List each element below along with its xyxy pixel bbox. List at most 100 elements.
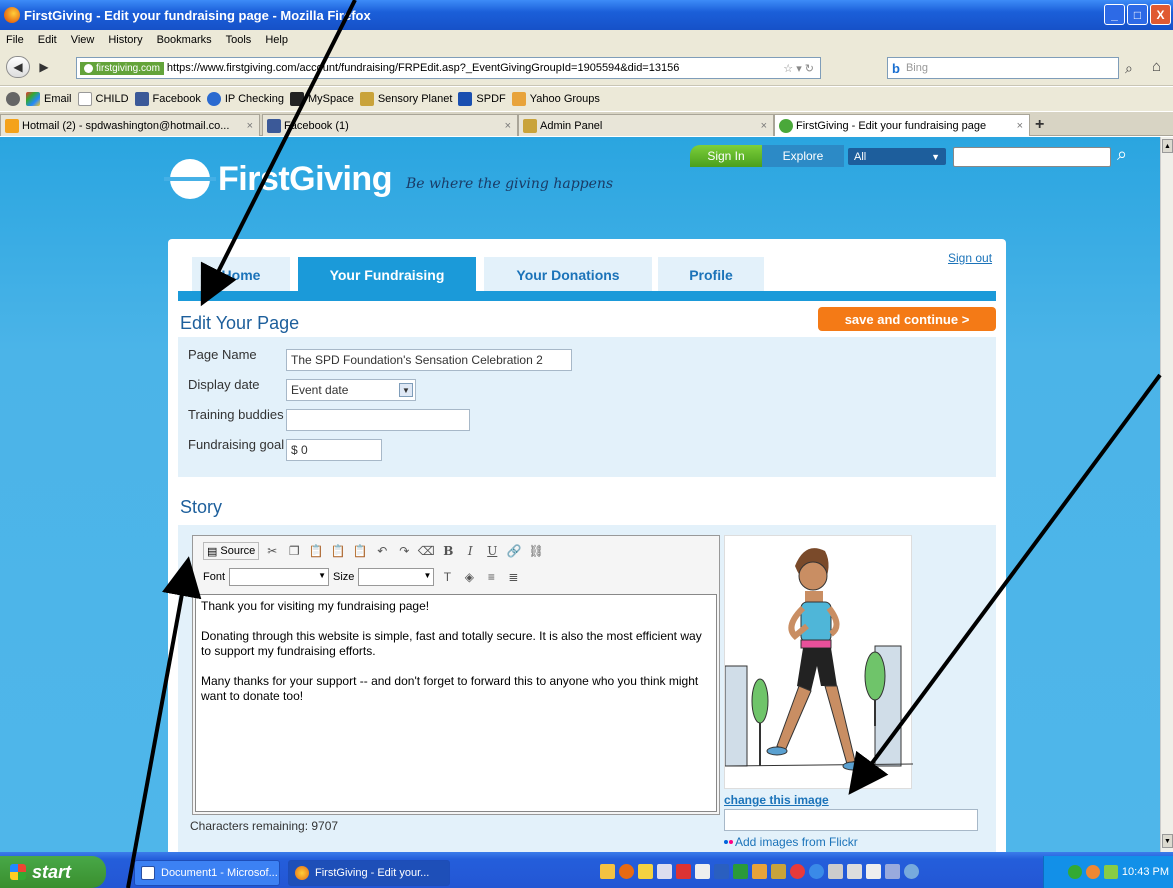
search-scope-select[interactable]: All ▼	[848, 148, 946, 165]
taskbar-word-document[interactable]: Document1 - Microsof...	[134, 860, 280, 886]
link-icon[interactable]: 🔗	[505, 542, 523, 560]
copy-icon[interactable]: ❐	[285, 542, 303, 560]
search-icon[interactable]: ⌕	[1125, 60, 1133, 77]
search-engine-box[interactable]: b Bing	[887, 57, 1119, 79]
menu-bookmarks[interactable]: Bookmarks	[157, 34, 212, 46]
story-text-area[interactable]: Thank you for visiting my fundraising pa…	[195, 594, 717, 812]
change-image-link[interactable]: change this image	[724, 793, 829, 807]
search-icon[interactable]: ⌕	[1117, 144, 1127, 165]
bookmark-star-icon[interactable]: ☆ ▾ ↻	[783, 62, 814, 75]
menu-history[interactable]: History	[108, 34, 142, 46]
tab-close-icon[interactable]: ×	[1017, 120, 1023, 132]
close-button[interactable]: X	[1150, 4, 1171, 25]
sign-in-link[interactable]: Sign In	[690, 145, 762, 167]
paste-text-icon[interactable]: 📋	[329, 542, 347, 560]
eraser-icon[interactable]: ⌫	[417, 542, 435, 560]
ie-icon[interactable]	[809, 864, 824, 879]
globe-icon[interactable]	[904, 864, 919, 879]
background-color-icon[interactable]: ◈	[460, 568, 478, 586]
vertical-scrollbar[interactable]: ▲ ▼	[1160, 137, 1173, 852]
word-icon[interactable]	[714, 864, 729, 879]
align-center-icon[interactable]: ≣	[504, 568, 522, 586]
tab-your-donations[interactable]: Your Donations	[484, 257, 652, 293]
gmail-icon[interactable]	[676, 864, 691, 879]
bookmark-spdf[interactable]: SPDF	[458, 92, 506, 106]
bookmark-sensory-planet[interactable]: Sensory Planet	[359, 92, 452, 106]
display-date-select[interactable]: Event date ▼	[286, 379, 416, 401]
clock[interactable]: 10:43 PM	[1122, 866, 1169, 878]
scroll-up-icon[interactable]: ▲	[1162, 139, 1173, 153]
size-select[interactable]: ▼	[358, 568, 435, 586]
update-icon[interactable]	[1085, 865, 1100, 879]
tab-home[interactable]: Home	[192, 257, 290, 293]
tab-close-icon[interactable]: ×	[761, 120, 767, 132]
scroll-down-icon[interactable]: ▼	[1162, 834, 1173, 848]
tab-close-icon[interactable]: ×	[505, 120, 511, 132]
document-icon[interactable]	[847, 864, 862, 879]
tab-close-icon[interactable]: ×	[247, 120, 253, 132]
bookmark-email[interactable]: Email	[26, 92, 72, 106]
training-buddies-input[interactable]	[286, 409, 470, 431]
menu-help[interactable]: Help	[265, 34, 288, 46]
site-search-input[interactable]	[953, 147, 1111, 167]
fundraising-goal-input[interactable]: $ 0	[286, 439, 382, 461]
underline-icon[interactable]: U	[483, 542, 501, 560]
bookmark-child[interactable]: CHILD	[77, 92, 129, 106]
redo-icon[interactable]: ↷	[395, 542, 413, 560]
page-name-input[interactable]: The SPD Foundation's Sensation Celebrati…	[286, 349, 572, 371]
paste-word-icon[interactable]: 📋	[351, 542, 369, 560]
window-icon[interactable]	[695, 864, 710, 879]
menu-edit[interactable]: Edit	[38, 34, 57, 46]
tab-admin-panel[interactable]: Admin Panel ×	[518, 114, 774, 136]
image-icon[interactable]	[752, 864, 767, 879]
menu-view[interactable]: View	[71, 34, 95, 46]
bookmark-myspace[interactable]: MySpace	[289, 92, 354, 106]
forward-button[interactable]: ▶	[34, 56, 54, 78]
explore-link[interactable]: Explore	[762, 145, 844, 167]
unlink-icon[interactable]: ⛓	[527, 542, 545, 560]
pen-icon[interactable]	[828, 864, 843, 879]
new-tab-icon[interactable]: +	[1035, 116, 1044, 134]
save-and-continue-button[interactable]: save and continue >	[818, 307, 996, 331]
text-color-icon[interactable]: T	[438, 568, 456, 586]
sign-out-link[interactable]: Sign out	[948, 251, 992, 265]
minimize-button[interactable]: _	[1104, 4, 1125, 25]
align-left-icon[interactable]: ≡	[482, 568, 500, 586]
paint-icon[interactable]	[771, 864, 786, 879]
bold-icon[interactable]: B	[439, 542, 457, 560]
security-icon[interactable]	[1067, 865, 1082, 879]
calendar-icon[interactable]	[866, 864, 881, 879]
italic-icon[interactable]: I	[461, 542, 479, 560]
bookmark-yahoo-groups[interactable]: Yahoo Groups	[511, 92, 600, 106]
menu-file[interactable]: File	[6, 34, 24, 46]
source-button[interactable]: ▤ Source	[203, 542, 260, 560]
tab-profile[interactable]: Profile	[658, 257, 764, 293]
firstgiving-logo[interactable]: FirstGiving Be where the giving happens	[164, 159, 613, 199]
maximize-button[interactable]: □	[1127, 4, 1148, 25]
tab-firstgiving[interactable]: FirstGiving - Edit your fundraising page…	[774, 114, 1030, 136]
network-icon[interactable]	[885, 864, 900, 879]
mail-icon[interactable]	[638, 864, 653, 879]
add-flickr-images-link[interactable]: Add images from Flickr	[724, 835, 858, 849]
bookmark-ip-checking[interactable]: IP Checking	[206, 92, 284, 106]
start-button[interactable]: start	[0, 856, 106, 888]
tab-facebook[interactable]: Facebook (1) ×	[262, 114, 518, 136]
tab-hotmail[interactable]: Hotmail (2) - spdwashington@hotmail.co..…	[0, 114, 260, 136]
bookmark-most-visited[interactable]	[6, 92, 20, 106]
font-select[interactable]: ▼	[229, 568, 330, 586]
flower-icon[interactable]	[790, 864, 805, 879]
firefox-icon[interactable]	[619, 864, 634, 879]
tab-your-fundraising[interactable]: Your Fundraising	[298, 257, 476, 293]
cut-icon[interactable]: ✂	[263, 542, 281, 560]
excel-icon[interactable]	[733, 864, 748, 879]
home-icon[interactable]: ⌂	[1152, 58, 1161, 75]
undo-icon[interactable]: ↶	[373, 542, 391, 560]
calculator-icon[interactable]	[657, 864, 672, 879]
paste-icon[interactable]: 📋	[307, 542, 325, 560]
network-status-icon[interactable]	[1103, 865, 1118, 879]
folder-icon[interactable]	[600, 864, 615, 879]
url-bar[interactable]: firstgiving.com https://www.firstgiving.…	[76, 57, 821, 79]
site-identity-badge[interactable]: firstgiving.com	[80, 61, 164, 75]
bookmark-facebook[interactable]: Facebook	[134, 92, 201, 106]
image-url-input[interactable]	[724, 809, 978, 831]
